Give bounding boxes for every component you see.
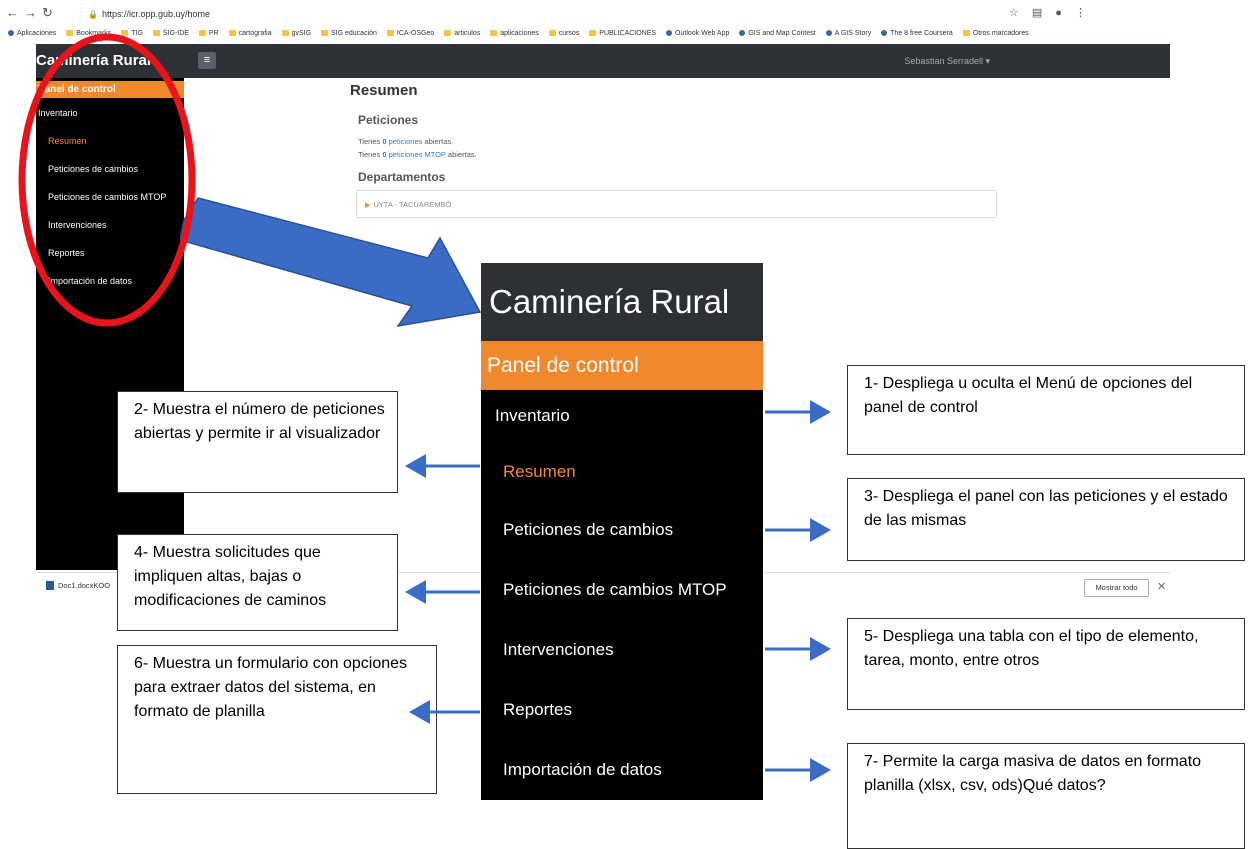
page-title: Resumen <box>350 82 418 99</box>
section-title-departamentos: Departamentos <box>358 170 446 184</box>
download-item[interactable]: Doc1.docxKOO <box>46 581 110 590</box>
profile-icon[interactable]: ● <box>1055 7 1062 19</box>
zoomed-panel-title: Panel de control <box>481 341 763 390</box>
bookmark-item[interactable]: PR <box>198 26 219 42</box>
sidebar-item-inventario[interactable]: Inventario <box>38 108 78 118</box>
bookmark-item[interactable]: TIG <box>121 26 143 42</box>
bookmark-item[interactable]: Aplicaciones <box>8 26 56 42</box>
sidebar-item-importacion[interactable]: Importación de datos <box>48 276 132 286</box>
bookmark-item[interactable]: aplicaciones <box>490 26 539 42</box>
folder-icon <box>490 30 498 36</box>
sidebar-item-reportes[interactable]: Reportes <box>48 248 85 258</box>
bookmark-item[interactable]: Outlook Web App <box>666 26 729 42</box>
globe-icon <box>825 30 832 36</box>
folder-icon <box>548 30 556 36</box>
annotation-5: 5- Despliega una tabla con el tipo de el… <box>847 618 1245 710</box>
folder-icon <box>281 30 289 36</box>
zoomed-item-peticiones-mtop: Peticiones de cambios MTOP <box>503 580 727 599</box>
sidebar-item-intervenciones[interactable]: Intervenciones <box>48 220 107 230</box>
word-doc-icon <box>46 581 54 590</box>
zoomed-app-title: Caminería Rural <box>481 263 763 341</box>
menu-toggle-icon[interactable]: ≡ <box>198 52 216 69</box>
sidebar-panel-title[interactable]: Panel de control <box>36 81 184 98</box>
bookmark-item[interactable]: GIS and Map Contest <box>739 26 816 42</box>
zoomed-item-importacion: Importación de datos <box>503 760 662 779</box>
reload-icon[interactable]: ↻ <box>42 6 53 20</box>
peticiones-count: 0 <box>382 137 387 146</box>
folder-icon <box>321 30 328 36</box>
zoomed-item-intervenciones: Intervenciones <box>503 640 614 659</box>
folder-icon <box>444 30 452 36</box>
back-icon[interactable]: ← <box>6 6 19 20</box>
bookmark-item[interactable]: SIG educación <box>321 26 377 42</box>
folder-icon <box>386 30 394 36</box>
bookmark-item[interactable]: SIG-IDE <box>152 26 189 42</box>
folder-icon <box>152 30 160 36</box>
folder-icon <box>198 30 206 36</box>
user-menu[interactable]: Sebastian Serradell ▾ <box>904 44 990 78</box>
globe-icon <box>739 30 746 36</box>
bookmark-item[interactable]: articulos <box>444 26 480 42</box>
bookmarks-bar: Aplicaciones Bookmarks TIG SIG-IDE PR ca… <box>0 26 1170 42</box>
folder-icon <box>121 30 129 36</box>
zoomed-sidebar: Caminería Rural Panel de control Inventa… <box>481 263 763 800</box>
forward-icon[interactable]: → <box>24 6 37 20</box>
menu-dots-icon[interactable]: ⋮ <box>1075 7 1086 19</box>
annotation-4: 4- Muestra solicitudes que impliquen alt… <box>117 534 398 631</box>
url-text: https://icr.opp.gub.uy/home <box>101 9 211 19</box>
peticiones-mtop-line: Tienes 0 peticiones MTOP abiertas. <box>358 150 477 159</box>
annotation-2: 2- Muestra el número de peticiones abier… <box>117 391 398 493</box>
apps-icon <box>8 30 14 36</box>
zoomed-item-reportes: Reportes <box>503 700 572 719</box>
browser-toolbar: ← → ↻ 🔒 https://icr.opp.gub.uy/home ☆ ▤ ●… <box>0 0 1170 26</box>
star-icon[interactable]: ☆ <box>1009 7 1019 19</box>
app-title[interactable]: Caminería Rural <box>36 44 151 78</box>
show-all-button[interactable]: Mostrar todo <box>1084 579 1149 597</box>
bookmark-item[interactable]: ICA-OSGeo <box>386 26 434 42</box>
extension-icon[interactable]: ▤ <box>1032 7 1042 19</box>
browser-actions: ☆ ▤ ● ⋮ <box>999 6 1086 19</box>
coursera-icon <box>881 30 888 36</box>
bookmark-item[interactable]: Otros marcadores <box>962 26 1029 42</box>
app-header: Caminería Rural ≡ Sebastian Serradell ▾ <box>36 44 1170 78</box>
sidebar-item-peticiones[interactable]: Peticiones de cambios <box>48 164 138 174</box>
annotation-1: 1- Despliega u oculta el Menú de opcione… <box>847 365 1245 455</box>
bookmark-item[interactable]: The 8 free Coursera <box>881 26 953 42</box>
sidebar-item-resumen[interactable]: Resumen <box>48 136 87 146</box>
folder-icon <box>66 30 74 36</box>
annotation-7: 7- Permite la carga masiva de datos en f… <box>847 743 1245 849</box>
zoomed-item-resumen: Resumen <box>503 462 576 481</box>
zoomed-item-inventario: Inventario <box>495 406 570 425</box>
bookmark-item[interactable]: cartografia <box>228 26 272 42</box>
bookmark-item[interactable]: cursos <box>548 26 579 42</box>
peticiones-line: Tienes 0 peticiones abiertas. <box>358 137 454 146</box>
lock-icon: 🔒 <box>88 10 98 19</box>
folder-icon <box>228 30 236 36</box>
bookmark-item[interactable]: Bookmarks <box>66 26 111 42</box>
folder-icon <box>962 30 970 36</box>
outlook-icon <box>666 30 673 36</box>
sidebar: Panel de control Inventario Resumen Peti… <box>36 78 184 570</box>
bookmark-item[interactable]: gvSIG <box>281 26 311 42</box>
peticiones-mtop-count: 0 <box>382 150 387 159</box>
address-bar[interactable]: 🔒 https://icr.opp.gub.uy/home <box>88 6 210 22</box>
bookmark-item[interactable]: PUBLICACIONES <box>589 26 656 42</box>
peticiones-mtop-link[interactable]: peticiones MTOP <box>389 150 446 159</box>
annotation-6: 6- Muestra un formulario con opciones pa… <box>117 645 437 794</box>
folder-icon <box>589 30 597 36</box>
annotation-3: 3- Despliega el panel con las peticiones… <box>847 478 1245 561</box>
big-arrow-icon <box>180 197 482 328</box>
sidebar-item-peticiones-mtop[interactable]: Peticiones de cambios MTOP <box>48 192 166 202</box>
close-icon[interactable]: ✕ <box>1157 580 1166 593</box>
bookmark-item[interactable]: A GIS Story <box>825 26 871 42</box>
zoomed-item-peticiones: Peticiones de cambios <box>503 520 674 539</box>
peticiones-link[interactable]: peticiones <box>389 137 423 146</box>
section-title-peticiones: Peticiones <box>358 113 419 127</box>
